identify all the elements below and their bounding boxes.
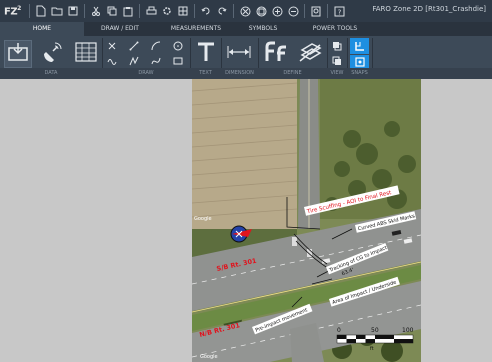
stacked-layers-icon (298, 41, 322, 67)
group-label-draw: DRAW (138, 70, 154, 76)
save-icon[interactable] (66, 4, 80, 18)
group-label-view: VIEW (330, 70, 344, 76)
tab-power-tools[interactable]: POWER TOOLS (290, 22, 380, 36)
snap-grid-toggle[interactable] (350, 38, 369, 54)
scale-unit: ft (370, 346, 374, 352)
define-button[interactable] (262, 40, 290, 68)
qat-separator (194, 4, 195, 18)
qat-separator (29, 4, 30, 18)
logo-text: FZ (4, 6, 18, 18)
qat-separator (84, 4, 85, 18)
ribbon-group-labels: DATA DRAW TEXT DIMENSION DEFINE VIEW SNA… (0, 68, 492, 79)
satellite-dish-icon (41, 41, 63, 67)
settings-icon[interactable] (160, 4, 174, 18)
aerial-map[interactable]: Tire Scuffing - AOI to Final Rest Curved… (192, 79, 421, 362)
svg-text:?: ? (337, 8, 341, 16)
draw-curve-tool[interactable] (149, 54, 163, 67)
undo-icon[interactable] (199, 4, 213, 18)
open-folder-icon[interactable] (50, 4, 64, 18)
group-label-define: DEFINE (283, 70, 302, 76)
ribbon-tabs: HOME DRAW / EDIT MEASUREMENTS SYMBOLS PO… (0, 22, 492, 36)
zoom-in-icon[interactable] (270, 4, 284, 18)
scale-tick-50: 50 (371, 327, 379, 334)
tab-draw-edit[interactable]: DRAW / EDIT (84, 22, 156, 36)
qat-separator (139, 4, 140, 18)
tab-measurements[interactable]: MEASUREMENTS (156, 22, 236, 36)
zoom-extents-icon[interactable] (238, 4, 252, 18)
scale-tick-100: 100 (402, 327, 414, 334)
app-logo[interactable]: FZ2 (0, 5, 26, 17)
scale-tick-0: 0 (337, 327, 341, 334)
paste-icon[interactable] (121, 4, 135, 18)
import-data-button[interactable] (4, 40, 32, 68)
qat-separator (327, 4, 328, 18)
text-button[interactable] (193, 40, 219, 68)
cut-icon[interactable] (89, 4, 103, 18)
tab-home[interactable]: HOME (0, 22, 84, 36)
logo-sup: 2 (17, 4, 21, 12)
dimension-icon (226, 43, 252, 65)
table-icon (75, 42, 97, 66)
group-label-text: TEXT (199, 70, 212, 76)
group-label-snaps: SNAPS (351, 70, 368, 76)
scanner-button[interactable] (38, 40, 66, 68)
app-window: FZ2 ? FARO Zone 2D [Rt301_Crashdie] HOME… (0, 0, 492, 362)
drawing-canvas[interactable]: Tire Scuffing - AOI to Final Rest Curved… (0, 79, 492, 362)
google-attribution-bottom: Google (200, 354, 218, 360)
text-t-icon (196, 41, 216, 67)
redo-icon[interactable] (215, 4, 229, 18)
import-icon (7, 42, 29, 66)
qat-separator (233, 4, 234, 18)
copy-icon[interactable] (105, 4, 119, 18)
tab-symbols[interactable]: SYMBOLS (236, 22, 290, 36)
qat-separator (304, 4, 305, 18)
zoom-window-icon[interactable] (254, 4, 268, 18)
group-label-dimension: DIMENSION (225, 70, 254, 76)
google-attribution-top: Google (194, 216, 212, 222)
quick-access-toolbar: ? (26, 0, 347, 22)
help-icon[interactable]: ? (332, 4, 346, 18)
view-back-button[interactable] (330, 54, 344, 67)
group-label-data: DATA (44, 70, 58, 76)
new-file-icon[interactable] (34, 4, 48, 18)
aerial-map-svg: Tire Scuffing - AOI to Final Rest Curved… (192, 79, 421, 362)
define-icon (264, 41, 288, 67)
draw-freehand-tool[interactable] (105, 54, 119, 67)
dimension-button[interactable] (224, 40, 254, 68)
draw-polyline-tool[interactable] (127, 54, 141, 67)
grid-table-button[interactable] (72, 40, 100, 68)
zoom-out-icon[interactable] (286, 4, 300, 18)
layers-icon[interactable] (176, 4, 190, 18)
draw-rectangle-tool[interactable] (171, 54, 185, 67)
print-icon[interactable] (144, 4, 158, 18)
title-bar: FZ2 ? FARO Zone 2D [Rt301_Crashdie] (0, 0, 492, 22)
preview-icon[interactable] (309, 4, 323, 18)
layers-button[interactable] (296, 40, 324, 68)
window-title: FARO Zone 2D [Rt301_Crashdie] (372, 5, 486, 13)
